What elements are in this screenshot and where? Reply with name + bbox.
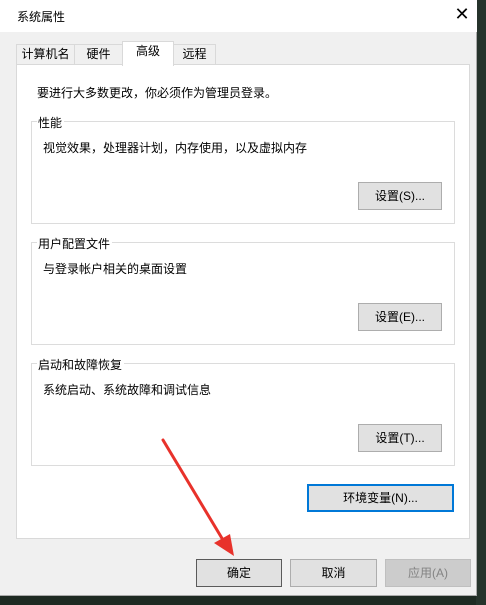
startup-recovery-settings-button[interactable]: 设置(T)... [358, 424, 442, 452]
startup-recovery-description: 系统启动、系统故障和调试信息 [43, 383, 212, 397]
user-profiles-description: 与登录帐户相关的桌面设置 [43, 262, 188, 276]
ok-button[interactable]: 确定 [196, 559, 282, 587]
tab-hardware[interactable]: 硬件 [74, 44, 123, 65]
performance-label: 性能 [37, 114, 65, 131]
tab-advanced[interactable]: 高级 [122, 41, 174, 66]
system-properties-dialog: 系统属性 ✕ 计算机名 硬件 高级 远程 要进行大多数更改，你必须作为管理员登录… [0, 0, 477, 596]
title-bar: 系统属性 ✕ [0, 0, 477, 32]
tab-remote[interactable]: 远程 [173, 44, 216, 65]
environment-variables-button[interactable]: 环境变量(N)... [307, 484, 454, 512]
cancel-button[interactable]: 取消 [290, 559, 377, 587]
admin-notice: 要进行大多数更改，你必须作为管理员登录。 [37, 86, 278, 100]
performance-settings-button[interactable]: 设置(S)... [358, 182, 442, 210]
performance-description: 视觉效果，处理器计划，内存使用，以及虚拟内存 [43, 141, 308, 155]
window-title: 系统属性 [17, 10, 66, 24]
tab-computer-name[interactable]: 计算机名 [16, 44, 75, 65]
user-profiles-label: 用户配置文件 [37, 235, 113, 252]
startup-recovery-label: 启动和故障恢复 [37, 356, 125, 373]
background-desktop [476, 0, 486, 605]
apply-button[interactable]: 应用(A) [385, 559, 471, 587]
user-profiles-settings-button[interactable]: 设置(E)... [358, 303, 442, 331]
close-icon[interactable]: ✕ [450, 2, 474, 28]
